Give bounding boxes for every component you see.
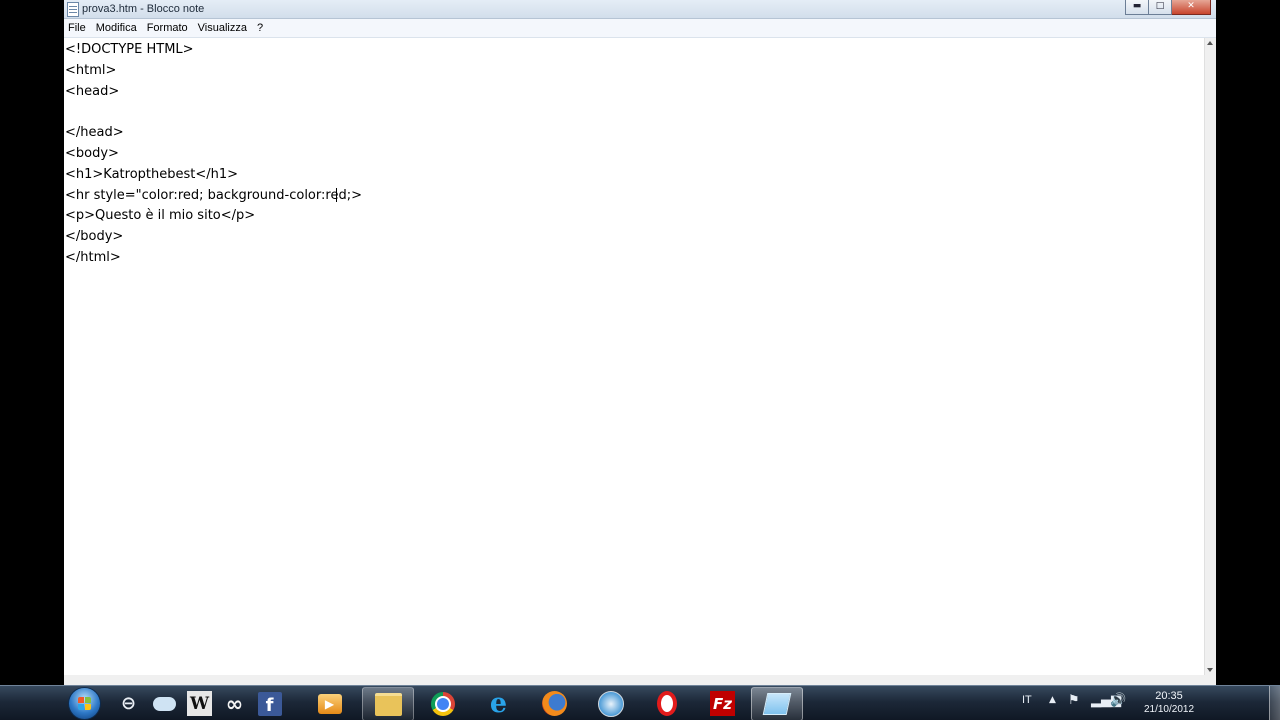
taskbar: ⊖ W ∞ f ▶ e Fz — [0, 685, 1280, 720]
show-hidden-icons-icon[interactable]: ▲ — [1049, 695, 1056, 705]
editor-text[interactable]: <!DOCTYPE HTML> <html> <head> </head> <b… — [65, 40, 362, 269]
facebook-glyph: f — [257, 691, 282, 716]
safari-icon[interactable] — [597, 690, 624, 717]
title-bar[interactable]: prova3.htm - Blocco note ▬ □ ✕ — [64, 0, 1216, 19]
menu-edit[interactable]: Modifica — [91, 19, 142, 37]
start-button[interactable] — [69, 688, 100, 719]
text-caret — [336, 188, 337, 202]
window-controls: ▬ □ ✕ — [1125, 0, 1211, 15]
file-explorer-icon[interactable] — [362, 687, 414, 720]
infinity-icon[interactable]: ∞ — [221, 690, 248, 717]
clock-time: 20:35 — [1155, 690, 1183, 702]
menu-view[interactable]: Visualizza — [193, 19, 252, 37]
firefox-icon[interactable] — [541, 690, 568, 717]
scroll-down-arrow-icon[interactable] — [1207, 668, 1213, 672]
weather-cloud-icon[interactable] — [151, 690, 178, 717]
language-indicator[interactable]: IT — [1022, 694, 1032, 706]
close-button[interactable]: ✕ — [1172, 0, 1211, 15]
scroll-up-arrow-icon[interactable] — [1207, 41, 1213, 45]
minimize-button[interactable]: ▬ — [1125, 0, 1149, 15]
opera-icon[interactable] — [653, 690, 680, 717]
notepad-taskbar-icon[interactable] — [751, 687, 803, 720]
media-player-icon[interactable]: ▶ — [316, 690, 343, 717]
desktop: prova3.htm - Blocco note ▬ □ ✕ File Modi… — [0, 0, 1280, 720]
clock-date: 21/10/2012 — [1143, 704, 1195, 715]
text-editor[interactable]: <!DOCTYPE HTML> <html> <head> </head> <b… — [64, 38, 1205, 675]
wikipedia-icon[interactable]: W — [186, 690, 213, 717]
filezilla-icon[interactable]: Fz — [709, 690, 736, 717]
media-player-glyph: ▶ — [317, 693, 342, 714]
taskbar-clock[interactable]: 20:35 21/10/2012 — [1136, 689, 1202, 717]
menu-format[interactable]: Formato — [142, 19, 193, 37]
window-title: prova3.htm - Blocco note — [82, 3, 205, 15]
window-bottom-border — [64, 675, 1216, 685]
menu-file[interactable]: File — [64, 19, 91, 37]
menu-help[interactable]: ? — [252, 19, 268, 37]
notepad-icon[interactable] — [67, 2, 79, 17]
action-center-flag-icon[interactable]: ⚑ — [1068, 693, 1080, 708]
show-desktop-button[interactable] — [1269, 686, 1280, 720]
menu-bar: File Modifica Formato Visualizza ? — [64, 19, 1216, 38]
internet-explorer-icon[interactable]: e — [485, 688, 512, 719]
facebook-icon[interactable]: f — [256, 690, 283, 717]
chrome-icon[interactable] — [429, 690, 456, 717]
letterbox-left — [0, 0, 64, 685]
letterbox-right — [1216, 0, 1280, 685]
maximize-button[interactable]: □ — [1149, 0, 1172, 15]
computer-icon[interactable]: ⊖ — [115, 690, 142, 717]
wikipedia-glyph: W — [187, 691, 212, 716]
filezilla-glyph: Fz — [710, 691, 735, 716]
notepad-window: prova3.htm - Blocco note ▬ □ ✕ File Modi… — [64, 0, 1216, 685]
vertical-scrollbar[interactable] — [1204, 38, 1216, 675]
volume-icon[interactable]: 🔊 — [1110, 693, 1126, 708]
